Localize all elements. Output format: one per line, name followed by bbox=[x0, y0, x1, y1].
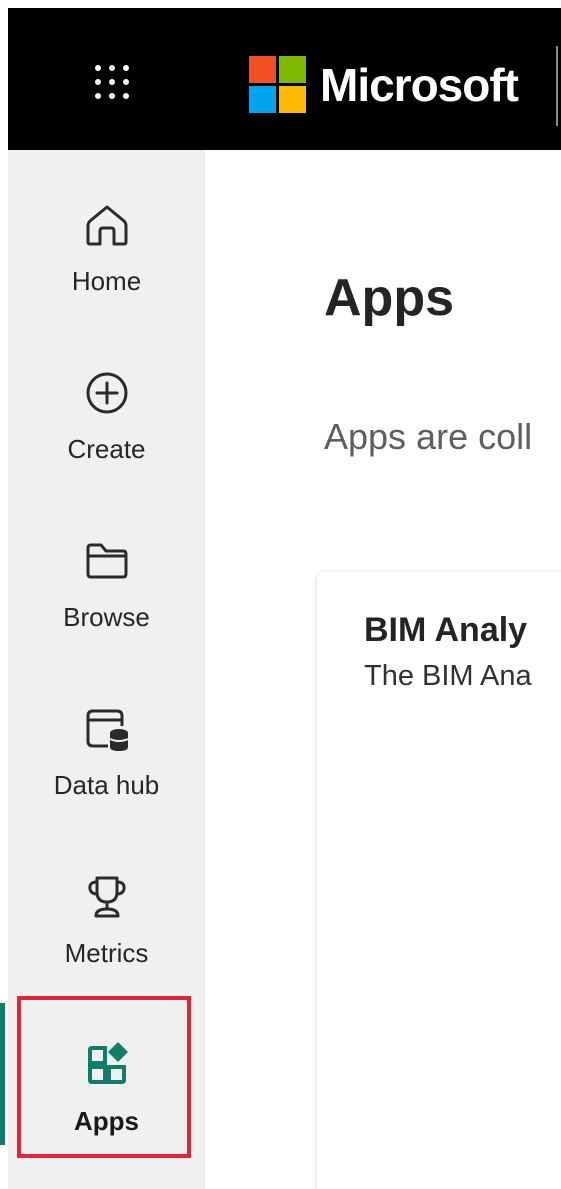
waffle-icon[interactable] bbox=[88, 61, 132, 105]
apps-icon bbox=[87, 1042, 128, 1084]
page: Microsoft Home Create Browse Data hub Me… bbox=[0, 0, 561, 1189]
trophy-icon bbox=[87, 876, 126, 918]
nav-label-metrics: Metrics bbox=[64, 938, 149, 968]
main-content: Apps Apps are coll BIM Analy The BIM Ana bbox=[205, 150, 561, 1189]
data-hub-icon bbox=[86, 709, 128, 751]
nav-item-home[interactable]: Home bbox=[8, 175, 205, 325]
page-title: Apps bbox=[324, 269, 454, 327]
app-card[interactable]: BIM Analy The BIM Ana bbox=[317, 572, 561, 1189]
nav-item-create[interactable]: Create bbox=[8, 343, 205, 493]
nav-label-create: Create bbox=[67, 434, 146, 464]
top-bar: Microsoft bbox=[8, 8, 561, 150]
app-card-description: The BIM Ana bbox=[364, 660, 532, 692]
plus-circle-icon bbox=[86, 372, 127, 414]
nav-label-home: Home bbox=[71, 266, 142, 296]
nav-label-data-hub: Data hub bbox=[53, 770, 160, 800]
nav-item-data-hub[interactable]: Data hub bbox=[8, 679, 205, 829]
nav-label-browse: Browse bbox=[63, 602, 150, 632]
microsoft-logo-icon bbox=[249, 56, 307, 114]
app-card-title: BIM Analy bbox=[364, 611, 528, 649]
brand-name[interactable]: Microsoft bbox=[320, 55, 519, 115]
nav-item-apps[interactable]: Apps bbox=[8, 1015, 205, 1165]
nav-item-metrics[interactable]: Metrics bbox=[8, 847, 205, 997]
header-divider bbox=[556, 46, 558, 126]
nav-item-browse[interactable]: Browse bbox=[8, 511, 205, 661]
folder-icon bbox=[86, 543, 127, 579]
left-nav-rail: Home Create Browse Data hub Metrics Apps bbox=[8, 150, 205, 1189]
page-description: Apps are coll bbox=[324, 416, 533, 457]
nav-label-apps: Apps bbox=[74, 1106, 139, 1136]
active-nav-indicator bbox=[0, 1003, 5, 1145]
home-icon bbox=[86, 205, 127, 246]
